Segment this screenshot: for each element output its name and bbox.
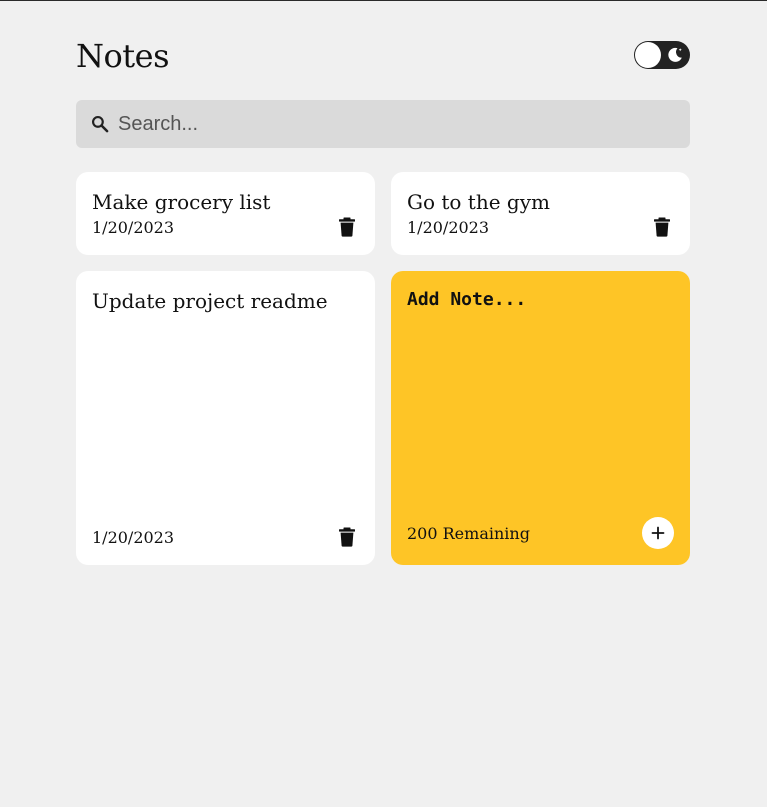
notes-app: Notes Make grocery list 1/20/2023 Go to … xyxy=(76,0,690,565)
note-card: Go to the gym 1/20/2023 xyxy=(391,172,690,255)
delete-icon[interactable] xyxy=(338,527,356,547)
theme-toggle[interactable] xyxy=(634,41,690,69)
search-icon xyxy=(91,115,109,133)
search-bar xyxy=(76,100,690,148)
toggle-knob xyxy=(635,42,661,68)
header: Notes xyxy=(76,0,690,100)
note-date: 1/20/2023 xyxy=(407,218,490,237)
delete-icon[interactable] xyxy=(653,217,671,237)
note-text: Go to the gym xyxy=(407,190,550,214)
plus-icon xyxy=(651,526,665,540)
characters-remaining: 200 Remaining xyxy=(407,524,530,543)
add-note-card: 200 Remaining xyxy=(391,271,690,565)
add-note-textarea[interactable] xyxy=(407,287,673,507)
add-note-button[interactable] xyxy=(642,517,674,549)
moon-icon xyxy=(668,47,682,62)
search-input[interactable] xyxy=(118,100,678,148)
note-text: Make grocery list xyxy=(92,190,271,214)
note-date: 1/20/2023 xyxy=(92,218,175,237)
note-date: 1/20/2023 xyxy=(92,528,175,547)
note-text: Update project readme xyxy=(92,289,328,313)
note-card: Update project readme 1/20/2023 xyxy=(76,271,375,565)
delete-icon[interactable] xyxy=(338,217,356,237)
page-title: Notes xyxy=(76,37,169,75)
note-card: Make grocery list 1/20/2023 xyxy=(76,172,375,255)
